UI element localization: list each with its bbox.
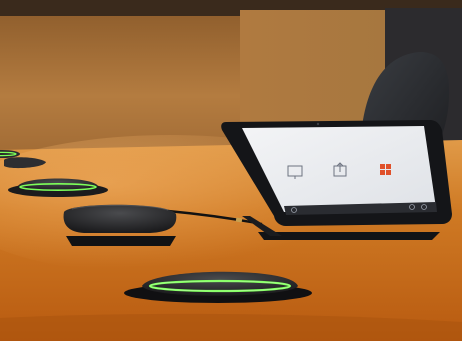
conference-room-photo (0, 0, 462, 341)
tile-label-display (287, 190, 315, 191)
tile-label-windows (373, 193, 401, 194)
tablet-title (243, 135, 435, 142)
controller-body (63, 204, 177, 233)
controller-base (66, 236, 176, 246)
tablet-stand-base (258, 232, 440, 240)
tablet-camera (316, 122, 320, 126)
tablet-screen-ui (243, 128, 435, 221)
tile-label-share (330, 191, 358, 192)
